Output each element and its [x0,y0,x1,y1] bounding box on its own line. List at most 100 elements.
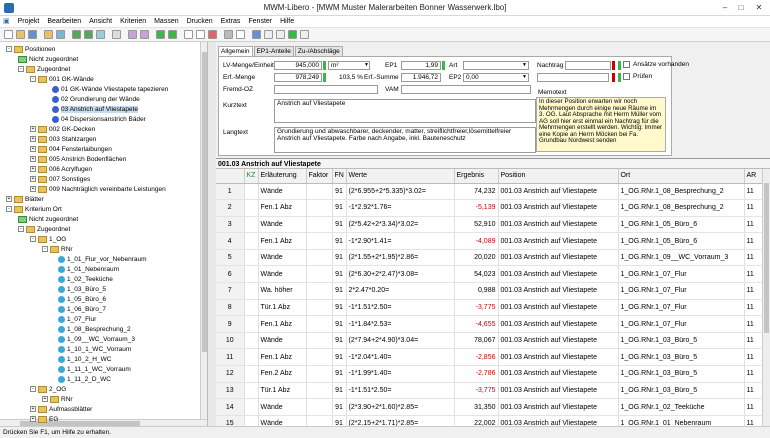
tab-ep1-anteile[interactable]: EP1-Anteile [253,46,294,56]
erlaeuterung-cell[interactable]: Wände [258,249,307,267]
fn-cell[interactable]: 91 [332,315,347,333]
row-number[interactable]: 3 [216,216,245,234]
table-row[interactable]: 10 Wände 91 (2*7.94+2*4.90)*3.04= 78,067 001.… [216,332,763,350]
tree-node[interactable]: - Zugeordnet [18,225,70,235]
position-cell[interactable]: 001.03 Anstrich auf Vliestapete [498,382,619,400]
werte-cell[interactable]: -1*1.84*2.53= [346,315,455,333]
tab-allgemein[interactable]: Allgemein [218,46,253,56]
ergebnis-cell[interactable]: 0,988 [454,282,499,300]
maximize-icon[interactable]: □ [734,2,748,14]
tree-node[interactable]: 1_01_Flur_vor_Nebenraum [58,255,147,265]
kurztext-field[interactable]: Anstrich auf Vliestapete [274,99,536,123]
collapse-icon[interactable]: - [6,46,12,53]
tree-node[interactable]: - Zugeordnet [18,65,70,75]
arrow-right-icon[interactable] [168,30,177,39]
ort-cell[interactable]: 1_OG.RNr.1_03_Büro_5 [618,365,745,383]
fn-cell[interactable]: 91 [332,365,347,383]
ar-cell[interactable]: 11 [744,249,763,267]
faktor-cell[interactable] [306,232,333,250]
faktor-cell[interactable] [306,382,333,400]
tree-node[interactable]: 03 Anstrich auf Vliestapete [52,105,138,115]
ergebnis-cell[interactable]: -4,089 [454,232,499,250]
ar-cell[interactable]: 11 [744,348,763,367]
ar-cell[interactable]: 11 [744,265,763,284]
kz-cell[interactable] [244,332,259,350]
open-folder-icon[interactable] [16,30,25,39]
export-icon[interactable] [84,30,93,39]
ort-cell[interactable]: 1_OG.RNr.1_02_Teeküche [618,398,745,416]
expand-icon[interactable]: + [30,166,36,173]
tree-node[interactable]: Nicht zugeordnet [18,55,78,65]
erlaeuterung-cell[interactable]: Wände [258,265,307,284]
tree-node[interactable]: +004 Fensterlaibungen [30,145,112,155]
kz-cell[interactable] [244,365,259,383]
ergebnis-cell[interactable]: 20,020 [454,249,499,267]
werte-cell[interactable]: -1*2.04*1.40= [346,348,455,367]
ar-cell[interactable]: 11 [744,282,763,300]
ort-cell[interactable]: 1_OG.RNr.1_05_Büro_6 [618,232,745,250]
position-cell[interactable]: 001.03 Anstrich auf Vliestapete [498,332,619,350]
tree-scrollbar-thumb[interactable] [202,52,207,352]
tree-node[interactable]: - 1_OG [30,235,66,245]
ort-cell[interactable]: 1_OG.RNr.1_03_Büro_5 [618,348,745,367]
position-cell[interactable]: 001.03 Anstrich auf Vliestapete [498,365,619,383]
row-number[interactable]: 15 [216,415,245,426]
tree-node[interactable]: 1_06_Büro_7 [58,305,106,315]
fn-cell[interactable]: 91 [332,348,347,367]
table-row[interactable]: 14 Wände 91 (2*3.90+2*1.60)*2.85= 31,350 001.… [216,398,763,416]
ort-cell[interactable]: 1_OG.RNr.1_07_Flur [618,299,745,317]
position-cell[interactable]: 001.03 Anstrich auf Vliestapete [498,216,619,234]
copy-icon[interactable] [56,30,65,39]
erlaeuterung-cell[interactable]: Wände [258,183,307,201]
fn-cell[interactable]: 91 [332,299,347,317]
tree-node[interactable]: - Kriterium Ort [6,205,62,215]
faktor-cell[interactable] [306,348,333,367]
fremd-oz-field[interactable] [274,85,378,94]
expand-icon[interactable]: + [30,156,36,163]
erlaeuterung-cell[interactable]: Wände [258,216,307,234]
fn-cell[interactable]: 91 [332,265,347,284]
kz-cell[interactable] [244,348,259,367]
menu-ansicht[interactable]: Ansicht [86,16,115,28]
art-select[interactable] [463,61,529,70]
ar-cell[interactable]: 11 [744,382,763,400]
menu-drucken[interactable]: Drucken [184,16,216,28]
menu-kriterien[interactable]: Kriterien [117,16,149,28]
row-number[interactable]: 5 [216,249,245,267]
nachtrag-second-field[interactable] [537,73,609,82]
col-header-erlaeuterung[interactable]: Erläuterung [258,169,307,184]
expand-icon[interactable]: + [30,416,36,423]
ort-cell[interactable]: 1_OG.RNr.1_07_Flur [618,282,745,300]
position-cell[interactable]: 001.03 Anstrich auf Vliestapete [498,315,619,333]
werte-cell[interactable]: (2*5.42+2*3.34)*3.02= [346,216,455,234]
tree-node[interactable]: 1_10_2_H_WC [58,355,111,365]
ergebnis-cell[interactable]: 22,002 [454,415,499,426]
erlaeuterung-cell[interactable]: Wände [258,332,307,350]
tree-node[interactable]: 1_03_Büro_5 [58,285,106,295]
pruefen-checkbox[interactable] [623,73,630,80]
ar-cell[interactable]: 11 [744,315,763,333]
kz-cell[interactable] [244,315,259,333]
row-number[interactable]: 9 [216,315,245,333]
expand-icon[interactable]: + [30,186,36,193]
expand-icon[interactable]: + [30,136,36,143]
settings-icon[interactable] [300,30,309,39]
ar-cell[interactable]: 11 [744,183,763,201]
tree-node[interactable]: 1_07_Flur [58,315,96,325]
kz-cell[interactable] [244,249,259,267]
ort-cell[interactable]: 1_OG.RNr.1_01_Nebenraum [618,415,745,426]
preview-icon[interactable] [236,30,245,39]
col-header-position[interactable]: Position [498,169,619,184]
table-row[interactable]: 5 Wände 91 (2*1.55+2*1.95)*2.86= 20,020 001.0… [216,249,763,267]
ergebnis-cell[interactable]: 52,910 [454,216,499,234]
faktor-cell[interactable] [306,299,333,317]
ergebnis-cell[interactable]: 78,067 [454,332,499,350]
erlaeuterung-cell[interactable]: Tür.1 Abz [258,382,307,400]
werte-cell[interactable]: 2*2.47*0.20= [346,282,455,300]
ar-cell[interactable]: 11 [744,365,763,383]
col-header-ergebnis[interactable]: Ergebnis [454,169,499,184]
fn-cell[interactable]: 91 [332,216,347,234]
ergebnis-cell[interactable]: 54,023 [454,265,499,284]
collapse-icon[interactable]: - [18,66,24,73]
kz-cell[interactable] [244,232,259,250]
